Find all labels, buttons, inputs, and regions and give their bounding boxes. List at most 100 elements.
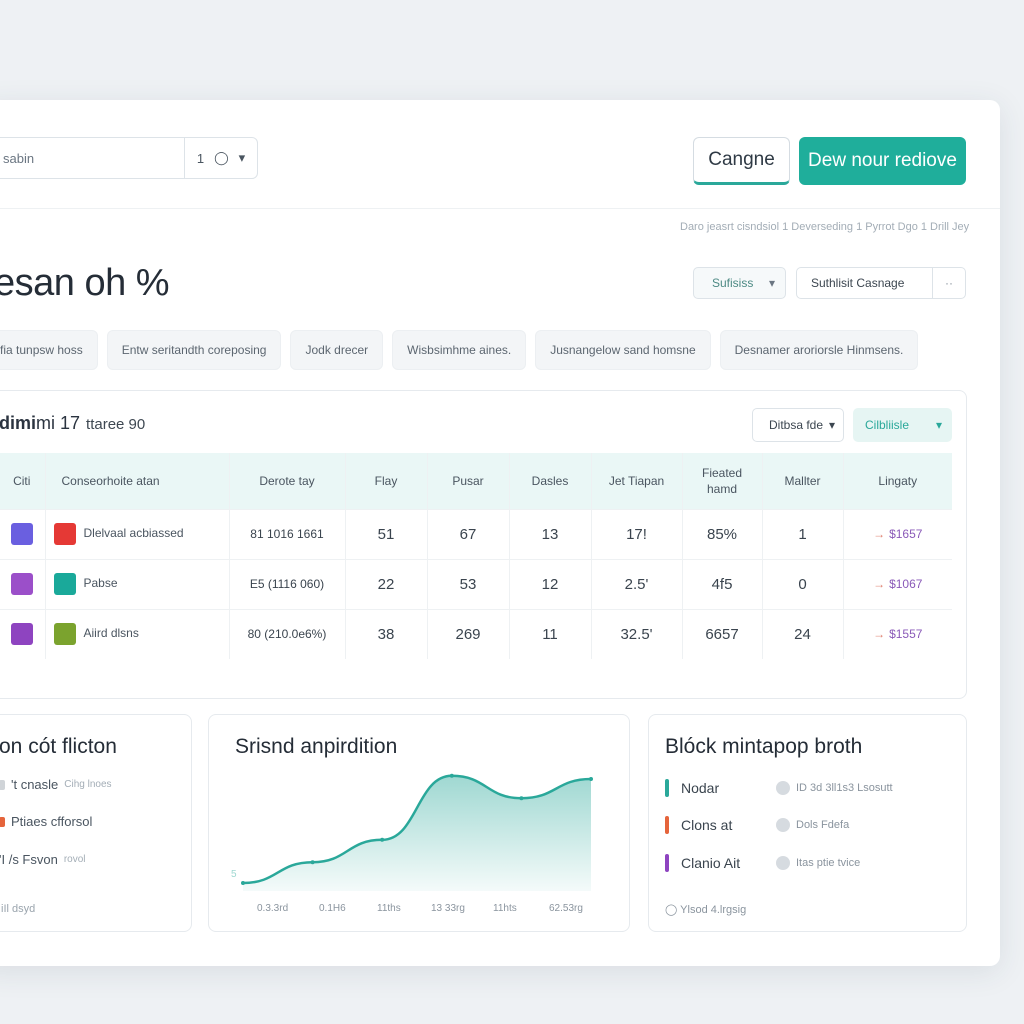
filter-chip[interactable]: Entw seritandth coreposing [106, 330, 282, 370]
summary-card-title: on cót flicton [0, 735, 117, 758]
row-value: 85% [681, 508, 762, 559]
row-color-cell [0, 558, 45, 609]
table-panel: dimimi 17 ttaree 90 Ditbsa fde ▾ Cilbliis… [0, 390, 967, 699]
search-input[interactable]: sabin 1 ◯ ▾ [0, 137, 258, 179]
breakdown-item: Clanio Ait Itas ptie tvice [665, 854, 860, 872]
table-filter-label: Ditbsa fde [769, 418, 824, 432]
legend-swatch [665, 816, 669, 834]
table-title-text: mi 17 [36, 413, 81, 433]
table-mode-select[interactable]: Cilbliisle ▾ [853, 408, 952, 442]
legend-swatch [665, 779, 669, 797]
table-row[interactable]: Aiird dlsns 80 (210.0e6%) 38 269 11 32.5… [0, 608, 952, 659]
trend-icon: → [873, 577, 886, 591]
filter-chips: fia tunpsw hoss Entw seritandth coreposi… [0, 330, 919, 370]
info-icon [776, 781, 790, 795]
legend-note: Cihg lnoes [64, 779, 112, 790]
search-value[interactable]: sabin [0, 151, 184, 166]
row-value: 32.5' [590, 608, 682, 659]
stepper-value: 1 [196, 150, 205, 166]
table-row[interactable]: Dlelvaal acbiassed 81 1016 1661 51 67 13… [0, 508, 952, 559]
col-header[interactable]: Mallter [761, 453, 843, 509]
col-header[interactable]: Citi [0, 453, 45, 509]
status-select[interactable]: Sufisiss ▾ [693, 267, 786, 299]
filter-chip[interactable]: Wisbsimhme aines. [392, 330, 527, 370]
row-value: 1 [761, 508, 843, 559]
data-point[interactable] [380, 837, 385, 842]
row-value: 11 [508, 608, 591, 659]
category-swatch [53, 623, 76, 646]
x-tick-label: 11ths [377, 903, 401, 914]
row-tag[interactable]: → $1657 [842, 508, 952, 559]
row-value: 2.5' [590, 558, 682, 609]
area-chart[interactable]: 5 [229, 755, 609, 897]
col-header[interactable]: Conseorhoite atan [44, 453, 229, 509]
legend-note: rovol [63, 854, 86, 865]
col-header[interactable]: Flay [344, 453, 427, 509]
breakdown-item: Nodar ID 3d 3ll1s3 Lsosutt [665, 779, 893, 797]
data-point[interactable] [241, 881, 245, 885]
breakdown-value: Dols Fdefa [796, 819, 850, 831]
color-swatch [10, 573, 33, 595]
col-header[interactable]: Jet Tiapan [590, 453, 682, 509]
view-select[interactable]: Suthlisit Casnage ·· [796, 267, 966, 299]
quantity-stepper[interactable]: 1 ◯ ▾ [185, 150, 257, 166]
breakdown-footer: ◯ Ylsod 4.lrgsig [665, 904, 747, 916]
row-value: 67 [426, 508, 509, 559]
trend-icon: → [873, 527, 886, 541]
col-header[interactable]: Lingaty [842, 453, 952, 509]
filter-chip[interactable]: Jodk drecer [290, 330, 384, 370]
filter-chip[interactable]: fia tunpsw hoss [0, 330, 98, 370]
row-value: 53 [426, 558, 509, 609]
chevron-down-icon: ▾ [828, 418, 835, 432]
data-point[interactable] [519, 796, 524, 801]
area-chart-card: Srisnd anpirdition 5 0.3.3rd 0.1H6 11ths… [208, 714, 630, 932]
table-title: dimimi 17 ttaree 90 [0, 413, 145, 434]
breakdown-card: Blóck mintapop broth Nodar ID 3d 3ll1s3 … [648, 714, 967, 932]
col-header[interactable]: Derote tay [228, 453, 345, 509]
row-range: 81 1016 1661 [228, 508, 345, 559]
chevron-down-icon: ▾ [768, 276, 775, 290]
row-value: 22 [344, 558, 427, 609]
breadcrumb[interactable]: Daro jeasrt cisndsiol 1 Deverseding 1 Py… [680, 221, 969, 233]
legend-item: 't cnasle Cihg lnoes [0, 777, 112, 792]
x-tick-label: 62.53rg [549, 903, 583, 914]
col-header[interactable]: Dasles [508, 453, 591, 509]
col-header[interactable]: Fieated hamd [681, 453, 762, 509]
category-swatch [53, 523, 76, 545]
row-range: E5 (1116 060) [228, 558, 345, 609]
color-swatch [10, 623, 33, 646]
row-name-cell: Dlelvaal acbiassed [44, 508, 229, 559]
chevron-down-icon[interactable]: ▾ [239, 150, 246, 166]
data-point[interactable] [449, 773, 454, 778]
filter-chip[interactable]: Desnamer aroriorsle Hinmsens. [719, 330, 919, 370]
info-icon [776, 818, 790, 832]
legend-item: 'I /s Fsvon rovol [0, 852, 86, 867]
header-divider [0, 208, 1000, 209]
row-tag-value: $1067 [889, 577, 923, 591]
area-fill [243, 775, 591, 891]
row-tag-value: $1657 [889, 527, 923, 541]
row-value: 24 [761, 608, 843, 659]
col-header[interactable]: Pusar [426, 453, 509, 509]
breakdown-value: ID 3d 3ll1s3 Lsosutt [796, 782, 893, 794]
legend-label: 't cnasle [11, 777, 59, 792]
row-value: 17! [590, 508, 682, 559]
info-icon [776, 856, 790, 870]
breakdown-item: Clons at Dols Fdefa [665, 816, 849, 834]
row-value: 13 [508, 508, 591, 559]
legend-swatch [0, 816, 5, 827]
more-icon[interactable]: ·· [933, 276, 965, 290]
row-tag[interactable]: → $1557 [842, 608, 952, 659]
row-range: 80 (210.0e6%) [228, 608, 345, 659]
data-point[interactable] [310, 860, 315, 865]
primary-button[interactable]: Dew nour rediove [799, 137, 966, 185]
secondary-button[interactable]: Cangne [693, 137, 790, 185]
row-name: Pabse [83, 576, 118, 591]
row-tag[interactable]: → $1067 [842, 558, 952, 609]
row-value: 269 [426, 608, 509, 659]
color-swatch [10, 523, 33, 545]
filter-chip[interactable]: Jusnangelow sand homsne [535, 330, 711, 370]
data-point[interactable] [589, 777, 593, 781]
table-row[interactable]: Pabse E5 (1116 060) 22 53 12 2.5' 4f5 0 … [0, 558, 952, 609]
table-filter-select[interactable]: Ditbsa fde ▾ [752, 408, 844, 442]
